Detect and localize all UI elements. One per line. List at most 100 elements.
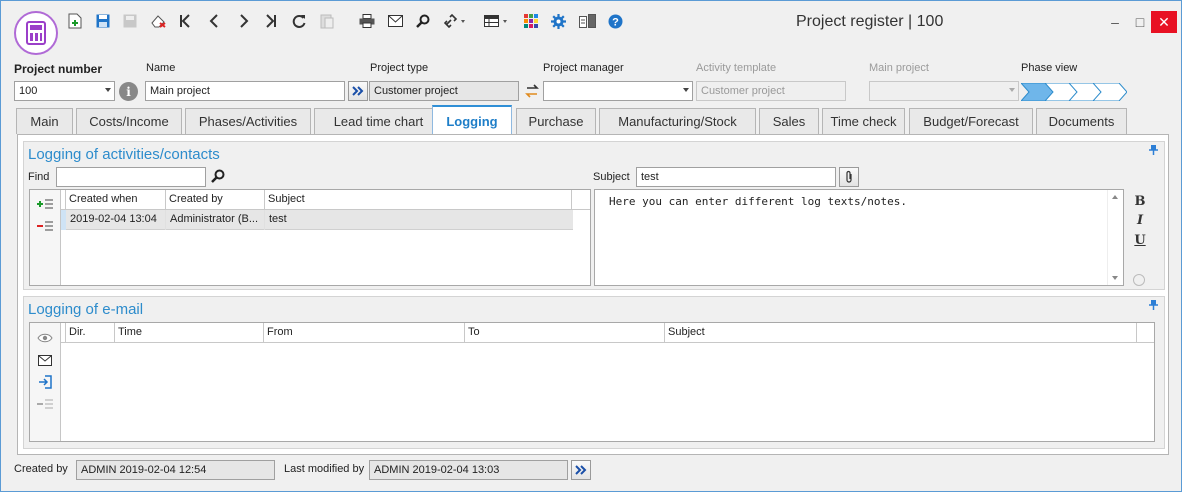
chevron-down-icon [1009, 88, 1015, 92]
last-record-icon[interactable] [264, 12, 278, 30]
table-row[interactable]: 2019-02-04 13:04 Administrator (B... tes… [61, 210, 573, 230]
paste-icon [319, 12, 335, 30]
tab-budget-forecast[interactable]: Budget/Forecast [909, 108, 1033, 134]
tab-logging[interactable]: Logging [432, 105, 512, 135]
main-project-combo [869, 81, 1019, 101]
minimize-icon[interactable]: ‒ [1102, 11, 1128, 33]
name-label: Name [146, 62, 176, 74]
scroll-down-icon[interactable] [1112, 276, 1118, 280]
italic-format-button[interactable]: I [1134, 213, 1146, 228]
note-scrollbar[interactable] [1107, 190, 1123, 285]
chevron-down-icon [683, 88, 689, 92]
created-by-label: Created by [14, 463, 68, 475]
email-grid: Dir. Time From To Subject [29, 322, 1155, 442]
refresh-icon[interactable] [291, 12, 307, 30]
column-header-created-when[interactable]: Created when [66, 190, 166, 210]
add-row-icon[interactable] [36, 197, 54, 211]
copy-icon [122, 12, 138, 30]
scroll-header [1137, 323, 1154, 343]
apps-icon[interactable] [523, 12, 539, 30]
pin-icon[interactable] [1149, 145, 1158, 158]
chevron-down-icon [105, 88, 111, 92]
subject-input[interactable]: test [636, 167, 836, 187]
first-record-icon[interactable] [178, 12, 192, 30]
eye-icon[interactable] [36, 331, 54, 345]
envelope-icon[interactable] [36, 353, 54, 367]
attachment-button[interactable] [839, 167, 859, 187]
maximize-icon[interactable]: □ [1127, 11, 1153, 33]
title-bar: ? Project register | 100 ‒ □ ✕ [1, 1, 1181, 55]
tab-phases-activities[interactable]: Phases/Activities [185, 108, 311, 134]
activities-grid: Created when Created by Subject 2019-02-… [29, 189, 591, 286]
column-header-from[interactable]: From [264, 323, 465, 343]
project-type-label: Project type [370, 62, 429, 74]
column-header-dir[interactable]: Dir. [66, 323, 115, 343]
settings-icon[interactable] [550, 12, 566, 30]
main-project-label: Main project [869, 62, 929, 74]
new-record-icon[interactable] [67, 12, 83, 30]
tab-main[interactable]: Main [16, 108, 73, 134]
tab-manufacturing-stock[interactable]: Manufacturing/Stock [599, 108, 756, 134]
activity-template-field: Customer project [696, 81, 846, 101]
cell-subject: test [269, 213, 287, 225]
scroll-up-icon[interactable] [1112, 195, 1118, 199]
subject-label: Subject [593, 171, 630, 183]
column-header-to[interactable]: To [465, 323, 665, 343]
import-icon[interactable] [36, 375, 54, 389]
log-note-editor[interactable]: Here you can enter different log texts/n… [594, 189, 1124, 286]
expand-circle-icon[interactable] [1133, 274, 1145, 286]
tab-costs-income[interactable]: Costs/Income [76, 108, 182, 134]
phase-view[interactable] [1019, 82, 1128, 102]
name-field[interactable]: Main project [145, 81, 345, 101]
next-record-icon[interactable] [237, 12, 251, 30]
tab-time-check[interactable]: Time check [822, 108, 905, 134]
column-header-time[interactable]: Time [115, 323, 264, 343]
last-modified-field: ADMIN 2019-02-04 13:03 [369, 460, 568, 480]
tab-lead-time-chart[interactable]: Lead time chart [314, 108, 443, 134]
books-icon[interactable] [578, 12, 596, 30]
previous-record-icon[interactable] [207, 12, 221, 30]
link-icon[interactable] [443, 12, 467, 30]
column-header-subject[interactable]: Subject [665, 323, 1137, 343]
search-icon[interactable] [415, 12, 431, 30]
history-forward-button[interactable] [571, 460, 591, 480]
underline-format-button[interactable]: U [1134, 233, 1146, 248]
email-icon[interactable] [387, 12, 403, 30]
search-icon[interactable] [211, 169, 227, 185]
print-icon[interactable] [359, 12, 375, 30]
tab-sales[interactable]: Sales [759, 108, 819, 134]
project-number-combo[interactable]: 100 [14, 81, 115, 101]
scroll-header [572, 190, 590, 210]
activity-template-label: Activity template [696, 62, 777, 74]
name-forward-button[interactable] [348, 81, 368, 101]
tab-documents[interactable]: Documents [1036, 108, 1127, 134]
info-icon[interactable]: i [119, 82, 138, 101]
project-number-label: Project number [14, 62, 103, 76]
save-icon[interactable] [95, 12, 111, 30]
delete-icon[interactable] [150, 12, 168, 30]
close-icon[interactable]: ✕ [1151, 11, 1177, 33]
column-header-subject[interactable]: Subject [265, 190, 572, 210]
project-number-value: 100 [19, 85, 38, 97]
swap-arrows-icon[interactable] [524, 83, 540, 99]
window-title: Project register | 100 [796, 13, 944, 30]
bold-format-button[interactable]: B [1134, 194, 1146, 209]
calculator-app-icon[interactable] [14, 11, 58, 55]
project-manager-label: Project manager [543, 62, 624, 74]
logging-email-title: Logging of e-mail [28, 301, 144, 318]
tab-purchase[interactable]: Purchase [516, 108, 596, 134]
pin-icon[interactable] [1149, 300, 1158, 313]
cell-created-when: 2019-02-04 13:04 [66, 210, 166, 230]
find-input[interactable] [56, 167, 206, 187]
created-by-field: ADMIN 2019-02-04 12:54 [76, 460, 275, 480]
project-manager-combo[interactable] [543, 81, 693, 101]
help-icon[interactable]: ? [607, 12, 623, 30]
column-header-created-by[interactable]: Created by [166, 190, 265, 210]
cell-created-by: Administrator (B... [166, 210, 265, 230]
last-modified-label: Last modified by [284, 463, 365, 475]
remove-row-icon[interactable] [36, 219, 54, 233]
phase-view-label: Phase view [1021, 62, 1078, 74]
find-label: Find [28, 171, 50, 183]
project-type-field: Customer project [369, 81, 519, 101]
view-icon[interactable] [483, 12, 509, 30]
